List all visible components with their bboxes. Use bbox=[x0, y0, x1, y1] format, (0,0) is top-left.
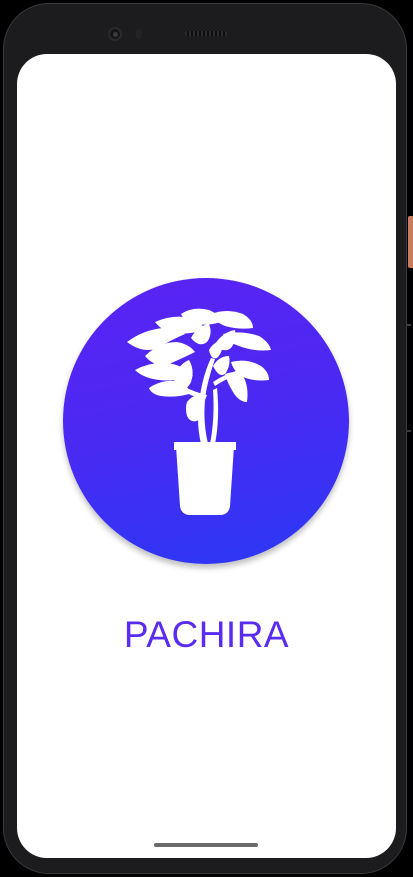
splash-screen: PACHIRA bbox=[17, 54, 396, 858]
device-frame: PACHIRA bbox=[0, 0, 413, 877]
side-divider bbox=[407, 430, 411, 432]
front-camera-icon bbox=[108, 27, 122, 41]
side-divider bbox=[407, 324, 411, 326]
potted-plant-icon bbox=[127, 308, 271, 515]
app-logo bbox=[63, 278, 349, 564]
camera-lens bbox=[113, 32, 118, 37]
power-button bbox=[408, 216, 413, 268]
app-title: PACHIRA bbox=[123, 614, 290, 655]
proximity-sensor bbox=[136, 29, 142, 39]
earpiece-speaker bbox=[185, 31, 227, 36]
home-indicator[interactable] bbox=[154, 843, 258, 847]
